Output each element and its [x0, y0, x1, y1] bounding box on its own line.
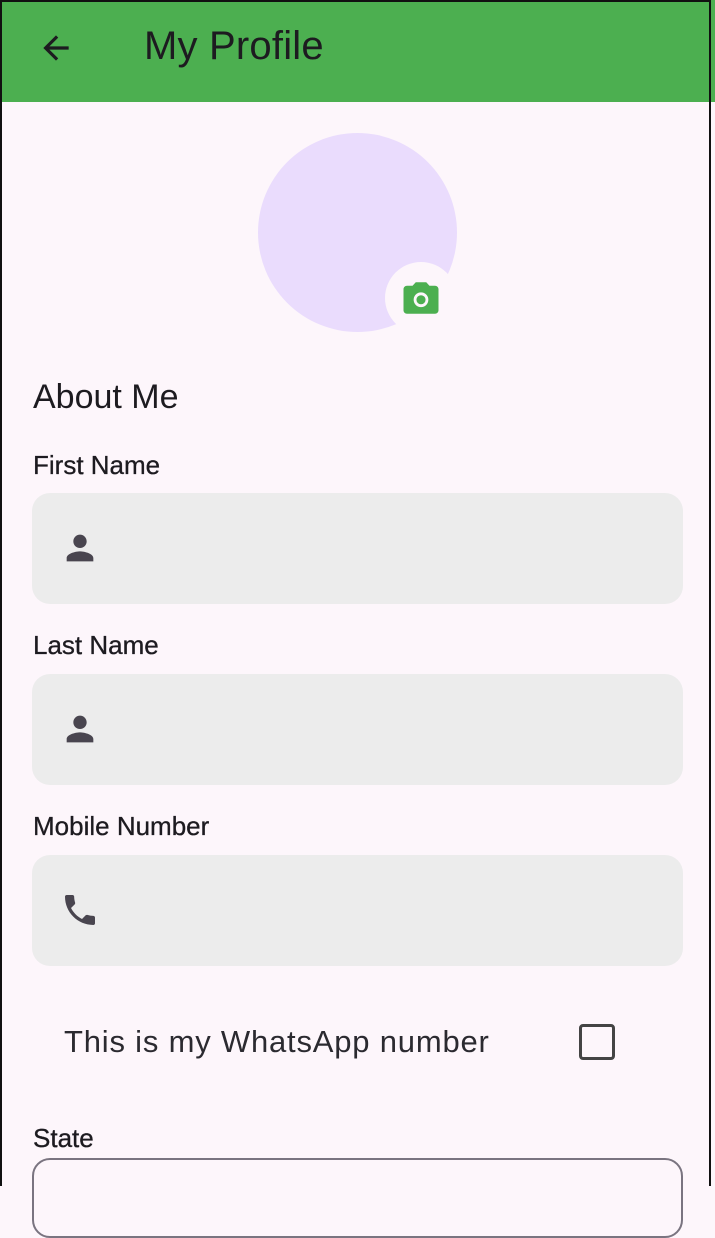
first-name-label: First Name	[33, 450, 161, 480]
phone-icon	[60, 890, 100, 930]
state-dropdown[interactable]	[32, 1158, 683, 1238]
first-name-input[interactable]	[120, 513, 664, 585]
camera-icon	[403, 282, 439, 314]
about-me-heading: About Me	[33, 378, 179, 416]
last-name-input[interactable]	[120, 694, 664, 766]
mobile-number-field[interactable]	[32, 855, 683, 966]
first-name-field[interactable]	[32, 493, 683, 604]
person-icon	[60, 528, 100, 568]
whatsapp-checkbox[interactable]	[579, 1024, 615, 1060]
app-bar: My Profile	[0, 0, 715, 102]
mobile-number-input[interactable]	[120, 875, 664, 947]
person-icon	[60, 709, 100, 749]
last-name-field[interactable]	[32, 674, 683, 785]
whatsapp-label: This is my WhatsApp number	[64, 1024, 490, 1059]
state-label: State	[33, 1123, 94, 1153]
change-photo-button[interactable]	[385, 262, 457, 334]
page-title: My Profile	[144, 24, 324, 68]
back-button[interactable]	[30, 22, 82, 74]
mobile-number-label: Mobile Number	[33, 811, 210, 841]
whatsapp-row[interactable]: This is my WhatsApp number	[64, 1018, 624, 1068]
arrow-back-icon	[43, 35, 69, 61]
last-name-label: Last Name	[33, 630, 159, 660]
